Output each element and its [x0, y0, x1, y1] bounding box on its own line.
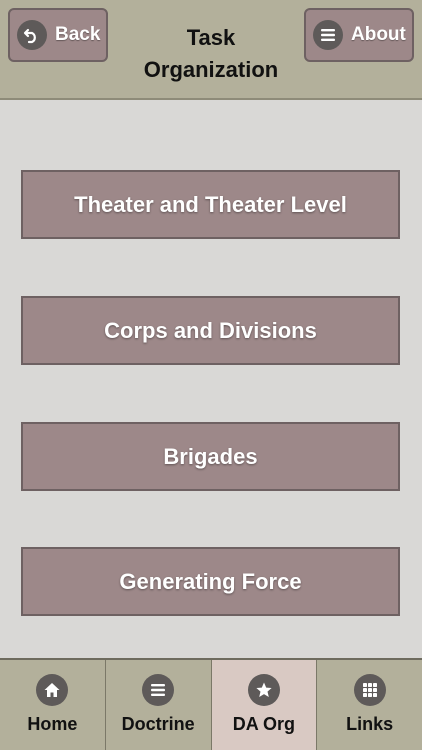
- about-button[interactable]: About: [304, 8, 414, 62]
- back-label: Back: [55, 24, 101, 45]
- tab-doctrine-label: Doctrine: [121, 714, 195, 734]
- menu-generating-force-button[interactable]: Generating Force: [21, 547, 400, 616]
- tab-da-org[interactable]: DA Org: [211, 660, 318, 750]
- list-icon: [142, 674, 175, 706]
- page-title-line1: Task: [186, 25, 236, 50]
- menu-corps-label: Corps and Divisions: [104, 317, 317, 343]
- tab-da-org-label: DA Org: [232, 714, 296, 734]
- home-icon: [36, 674, 69, 706]
- tab-doctrine[interactable]: Doctrine: [106, 660, 212, 750]
- star-icon: [247, 674, 280, 706]
- back-arrow-icon: [17, 20, 47, 50]
- page-title-line2: Organization: [143, 57, 279, 82]
- tab-home-label: Home: [27, 714, 78, 734]
- about-label: About: [351, 24, 406, 45]
- tab-links[interactable]: Links: [317, 660, 422, 750]
- page-title: Task Organization: [120, 22, 302, 86]
- menu-brigades-label: Brigades: [163, 443, 258, 469]
- grid-icon: [353, 674, 386, 706]
- tab-bar: Home Doctrine DA Org Links: [0, 658, 422, 750]
- menu-brigades-button[interactable]: Brigades: [21, 422, 400, 491]
- tab-links-label: Links: [346, 714, 394, 734]
- menu-theater-label: Theater and Theater Level: [74, 191, 347, 217]
- tab-home[interactable]: Home: [0, 660, 106, 750]
- back-button[interactable]: Back: [8, 8, 108, 62]
- menu-lines-icon: [313, 20, 343, 50]
- header-bar: Back Task Organization About: [0, 0, 422, 100]
- menu-theater-button[interactable]: Theater and Theater Level: [21, 170, 400, 239]
- menu-corps-button[interactable]: Corps and Divisions: [21, 296, 400, 365]
- menu-generating-force-label: Generating Force: [119, 568, 302, 594]
